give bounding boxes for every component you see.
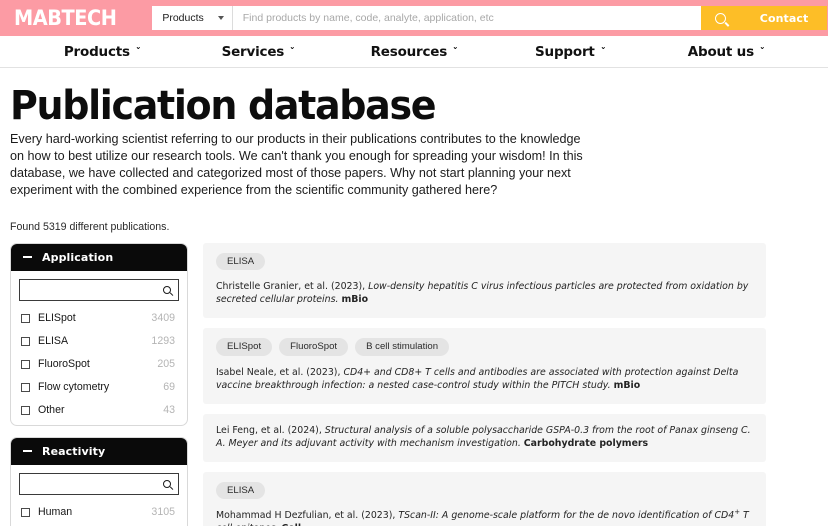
search-scope-label: Products	[162, 12, 203, 24]
filter-option-label: ELISA	[38, 335, 68, 347]
filter-option-label: ELISpot	[38, 312, 76, 324]
nav-label: Support	[535, 44, 595, 60]
nav-label: Resources	[371, 44, 448, 60]
filter-option-count: 43	[163, 404, 175, 416]
filter-option-count: 205	[157, 358, 175, 370]
nav-item-services[interactable]: Services ˅	[180, 44, 336, 60]
filter-body-reactivity: Human 3105 Mouse 1277	[11, 465, 187, 526]
nav-label: Services	[222, 44, 285, 60]
citation-title-prefix: TScan-II: A genome-scale platform for th…	[398, 510, 734, 521]
filter-search-application	[19, 279, 179, 301]
publication-card[interactable]: Lei Feng, et al. (2024), Structural anal…	[203, 414, 766, 462]
nav-item-products[interactable]: Products ˅	[24, 44, 180, 60]
search-icon	[715, 13, 726, 24]
citation-journal: mBio	[341, 294, 368, 305]
filter-title: Reactivity	[42, 445, 105, 458]
publication-citation: Lei Feng, et al. (2024), Structural anal…	[216, 424, 753, 450]
nav-item-support[interactable]: Support ˅	[492, 44, 648, 60]
checkbox-icon[interactable]	[21, 314, 30, 323]
filter-search-reactivity	[19, 473, 179, 495]
citation-authors: Isabel Neale, et al. (2023),	[216, 367, 343, 378]
application-tag[interactable]: ELISA	[216, 482, 265, 500]
publication-results-list: ELISA Christelle Granier, et al. (2023),…	[203, 243, 818, 526]
filter-option-label: Other	[38, 404, 65, 416]
filter-sidebar: Application ELISpot 3409 ELISA	[10, 243, 188, 526]
mabtech-logo[interactable]: MABTECH	[14, 8, 116, 29]
filter-option-label: FluoroSpot	[38, 358, 90, 370]
publication-card[interactable]: ELISA Christelle Granier, et al. (2023),…	[203, 243, 766, 319]
top-header-bar: MABTECH Products Contact	[0, 0, 828, 36]
filter-option-count: 69	[163, 381, 175, 393]
publication-citation: Isabel Neale, et al. (2023), CD4+ and CD…	[216, 366, 753, 392]
global-search-input[interactable]	[233, 6, 701, 30]
filter-option-label: Human	[38, 506, 72, 518]
filter-option-fluorospot[interactable]: FluoroSpot 205	[19, 353, 179, 376]
application-tag[interactable]: B cell stimulation	[355, 338, 449, 356]
filter-search-input[interactable]	[20, 474, 182, 494]
checkbox-icon[interactable]	[21, 383, 30, 392]
chevron-down-icon: ˅	[135, 48, 141, 57]
search-submit-button[interactable]	[701, 6, 741, 30]
filter-option-count: 3105	[151, 506, 175, 518]
citation-journal: Carbohydrate polymers	[524, 438, 648, 449]
chevron-down-icon: ˅	[759, 48, 765, 57]
filter-option-count: 1293	[151, 335, 175, 347]
page-intro-text: Every hard-working scientist referring t…	[10, 131, 588, 200]
minus-icon	[23, 256, 32, 258]
filter-header-reactivity[interactable]: Reactivity	[11, 438, 187, 465]
chevron-down-icon	[218, 16, 224, 20]
filter-option-other[interactable]: Other 43	[19, 399, 179, 422]
citation-journal: mBio	[614, 380, 641, 391]
chevron-down-icon: ˅	[289, 48, 295, 57]
filter-panel-application: Application ELISpot 3409 ELISA	[10, 243, 188, 426]
filter-option-label: Flow cytometry	[38, 381, 109, 393]
publication-citation: Mohammad H Dezfulian, et al. (2023), TSc…	[216, 509, 753, 526]
publication-card[interactable]: ELISA Mohammad H Dezfulian, et al. (2023…	[203, 472, 766, 526]
filter-body-application: ELISpot 3409 ELISA 1293 FluoroSpot 205	[11, 271, 187, 425]
content-columns: Application ELISpot 3409 ELISA	[10, 243, 818, 526]
publication-citation: Christelle Granier, et al. (2023), Low-d…	[216, 280, 753, 306]
filter-option-flow-cytometry[interactable]: Flow cytometry 69	[19, 376, 179, 399]
publication-card[interactable]: ELISpot FluoroSpot B cell stimulation Is…	[203, 328, 766, 404]
contact-button[interactable]: Contact	[741, 6, 828, 30]
minus-icon	[23, 450, 32, 452]
checkbox-icon[interactable]	[21, 337, 30, 346]
page-title: Publication database	[10, 86, 778, 127]
chevron-down-icon: ˅	[600, 48, 606, 57]
tag-list: ELISpot FluoroSpot B cell stimulation	[216, 338, 753, 356]
nav-label: Products	[64, 44, 130, 60]
page-content: Publication database Every hard-working …	[0, 86, 828, 526]
filter-option-elisa[interactable]: ELISA 1293	[19, 330, 179, 353]
checkbox-icon[interactable]	[21, 360, 30, 369]
filter-header-application[interactable]: Application	[11, 244, 187, 271]
search-scope-dropdown[interactable]: Products	[152, 6, 232, 30]
citation-authors: Mohammad H Dezfulian, et al. (2023),	[216, 510, 398, 521]
filter-search-input[interactable]	[20, 280, 182, 300]
application-tag[interactable]: ELISpot	[216, 338, 272, 356]
application-tag[interactable]: ELISA	[216, 253, 265, 271]
filter-option-human[interactable]: Human 3105	[19, 501, 179, 524]
citation-authors: Christelle Granier, et al. (2023),	[216, 281, 368, 292]
global-search-bar: Products	[152, 6, 740, 30]
filter-panel-reactivity: Reactivity Human 3105 Mouse	[10, 437, 188, 526]
nav-item-resources[interactable]: Resources ˅	[336, 44, 492, 60]
tag-list: ELISA	[216, 253, 753, 271]
tag-list: ELISA	[216, 482, 753, 500]
chevron-down-icon: ˅	[452, 48, 458, 57]
citation-authors: Lei Feng, et al. (2024),	[216, 425, 325, 436]
filter-title: Application	[42, 251, 113, 264]
results-count-text: Found 5319 different publications.	[10, 221, 818, 233]
application-tag[interactable]: FluoroSpot	[279, 338, 348, 356]
nav-item-about-us[interactable]: About us ˅	[648, 44, 804, 60]
filter-option-elispot[interactable]: ELISpot 3409	[19, 307, 179, 330]
filter-option-count: 3409	[151, 312, 175, 324]
checkbox-icon[interactable]	[21, 508, 30, 517]
checkbox-icon[interactable]	[21, 406, 30, 415]
nav-label: About us	[688, 44, 754, 60]
main-navigation: Products ˅ Services ˅ Resources ˅ Suppor…	[0, 36, 828, 68]
